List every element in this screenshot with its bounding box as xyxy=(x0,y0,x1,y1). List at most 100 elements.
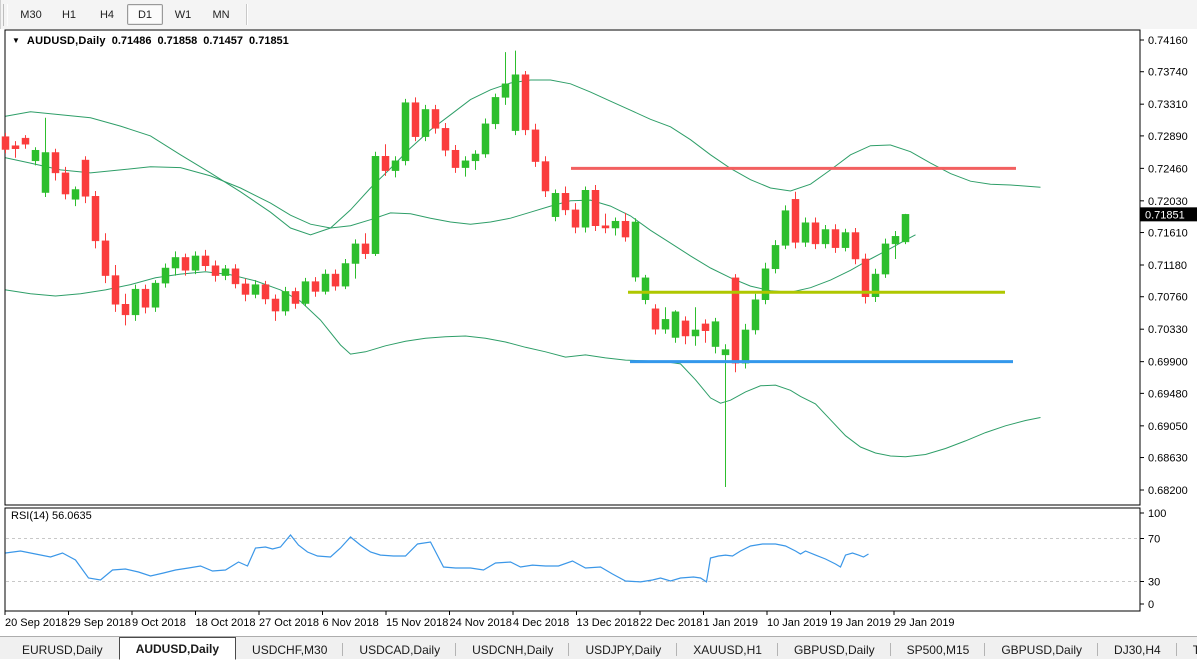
bear-candle[interactable] xyxy=(142,289,149,307)
bull-candle[interactable] xyxy=(632,222,639,277)
bull-candle[interactable] xyxy=(842,233,849,248)
timeframe-button-MN[interactable]: MN xyxy=(203,4,239,25)
bull-candle[interactable] xyxy=(692,330,699,336)
bull-candle[interactable] xyxy=(512,75,519,131)
bull-candle[interactable] xyxy=(402,103,409,161)
bear-candle[interactable] xyxy=(522,75,529,130)
bull-candle[interactable] xyxy=(192,256,199,270)
bull-candle[interactable] xyxy=(132,289,139,315)
chart-tab-gbpusd-daily[interactable]: GBPUSD,Daily xyxy=(985,640,1098,659)
price-axis[interactable]: 0.741600.737400.733100.728900.724600.720… xyxy=(1140,35,1188,497)
chart-tab-usdcad-daily[interactable]: USDCAD,Daily xyxy=(343,640,456,659)
bear-candle[interactable] xyxy=(232,269,239,284)
bull-candle[interactable] xyxy=(822,230,829,244)
bull-candle[interactable] xyxy=(392,161,399,171)
bear-candle[interactable] xyxy=(572,210,579,227)
timeframe-button-W1[interactable]: W1 xyxy=(165,4,201,25)
bull-candle[interactable] xyxy=(152,283,159,307)
chart-tab-tech100-h1[interactable]: TECH100,H1 xyxy=(1177,640,1197,659)
bear-candle[interactable] xyxy=(652,309,659,329)
bull-candle[interactable] xyxy=(252,285,259,295)
bear-candle[interactable] xyxy=(702,324,709,331)
chart-tab-usdchf-m30[interactable]: USDCHF,M30 xyxy=(236,640,343,659)
bear-candle[interactable] xyxy=(852,233,859,259)
bull-candle[interactable] xyxy=(762,269,769,300)
time-axis[interactable]: 20 Sep 201829 Sep 20189 Oct 201818 Oct 2… xyxy=(5,611,955,629)
bull-candle[interactable] xyxy=(782,211,789,246)
bear-candle[interactable] xyxy=(202,256,209,266)
bull-candle[interactable] xyxy=(492,97,499,123)
bear-candle[interactable] xyxy=(262,285,269,299)
bear-candle[interactable] xyxy=(832,230,839,248)
bear-candle[interactable] xyxy=(22,138,29,144)
bull-candle[interactable] xyxy=(642,278,649,300)
chart-canvas[interactable]: 0.741600.737400.733100.728900.724600.720… xyxy=(0,0,1197,659)
bull-candle[interactable] xyxy=(162,268,169,283)
bear-candle[interactable] xyxy=(292,291,299,303)
bear-candle[interactable] xyxy=(272,299,279,311)
bear-candle[interactable] xyxy=(182,257,189,270)
bear-candle[interactable] xyxy=(602,226,609,228)
bull-candle[interactable] xyxy=(672,312,679,338)
chart-tab-dj30-h4[interactable]: DJ30,H4 xyxy=(1098,640,1177,659)
rsi-axis[interactable]: 10070300 xyxy=(1140,508,1166,611)
bear-candle[interactable] xyxy=(362,244,369,254)
bear-candle[interactable] xyxy=(442,128,449,150)
bull-candle[interactable] xyxy=(72,190,79,200)
bear-candle[interactable] xyxy=(542,162,549,191)
bull-candle[interactable] xyxy=(322,274,329,291)
bear-candle[interactable] xyxy=(562,193,569,210)
timeframe-button-D1[interactable]: D1 xyxy=(127,4,163,25)
bear-candle[interactable] xyxy=(532,130,539,162)
dropdown-triangle-icon[interactable]: ▼ xyxy=(12,36,20,45)
bear-candle[interactable] xyxy=(432,109,439,128)
toolbar-grip[interactable] xyxy=(3,4,8,26)
chart-tab-usdjpy-daily[interactable]: USDJPY,Daily xyxy=(569,640,677,659)
bear-candle[interactable] xyxy=(92,196,99,241)
bear-candle[interactable] xyxy=(212,266,219,276)
bear-candle[interactable] xyxy=(12,146,19,149)
bear-candle[interactable] xyxy=(102,241,109,276)
bear-candle[interactable] xyxy=(682,321,689,336)
bear-candle[interactable] xyxy=(452,150,459,167)
bull-candle[interactable] xyxy=(472,154,479,161)
bull-candle[interactable] xyxy=(662,319,669,329)
bull-candle[interactable] xyxy=(742,330,749,363)
bull-candle[interactable] xyxy=(342,263,349,286)
bull-candle[interactable] xyxy=(282,291,289,311)
bull-candle[interactable] xyxy=(552,193,559,216)
bull-candle[interactable] xyxy=(802,223,809,243)
bull-candle[interactable] xyxy=(722,350,729,355)
bull-candle[interactable] xyxy=(882,244,889,274)
bull-candle[interactable] xyxy=(712,322,719,347)
bull-candle[interactable] xyxy=(372,156,379,253)
bear-candle[interactable] xyxy=(382,156,389,170)
bear-candle[interactable] xyxy=(412,103,419,137)
bear-candle[interactable] xyxy=(732,278,739,363)
bull-candle[interactable] xyxy=(302,282,309,304)
bear-candle[interactable] xyxy=(2,137,9,150)
bull-candle[interactable] xyxy=(422,109,429,136)
bear-candle[interactable] xyxy=(242,284,249,295)
chart-tab-eurusd-daily[interactable]: EURUSD,Daily xyxy=(6,640,119,659)
bear-candle[interactable] xyxy=(52,153,59,173)
timeframe-button-H1[interactable]: H1 xyxy=(51,4,87,25)
chart-tab-audusd-daily[interactable]: AUDUSD,Daily xyxy=(119,637,236,660)
bear-candle[interactable] xyxy=(122,304,129,315)
bear-candle[interactable] xyxy=(82,160,89,196)
bear-candle[interactable] xyxy=(622,221,629,237)
bull-candle[interactable] xyxy=(482,124,489,154)
bull-candle[interactable] xyxy=(772,245,779,268)
bear-candle[interactable] xyxy=(332,274,339,286)
chart-tab-usdcnh-daily[interactable]: USDCNH,Daily xyxy=(456,640,569,659)
bull-candle[interactable] xyxy=(582,190,589,227)
chart-tab-gbpusd-daily[interactable]: GBPUSD,Daily xyxy=(778,640,891,659)
bear-candle[interactable] xyxy=(62,173,69,194)
bull-candle[interactable] xyxy=(32,150,39,161)
bear-candle[interactable] xyxy=(812,223,819,244)
chart-tab-xauusd-h1[interactable]: XAUUSD,H1 xyxy=(677,640,778,659)
bull-candle[interactable] xyxy=(462,161,469,168)
bull-candle[interactable] xyxy=(172,257,179,268)
timeframe-button-H4[interactable]: H4 xyxy=(89,4,125,25)
bear-candle[interactable] xyxy=(112,276,119,305)
